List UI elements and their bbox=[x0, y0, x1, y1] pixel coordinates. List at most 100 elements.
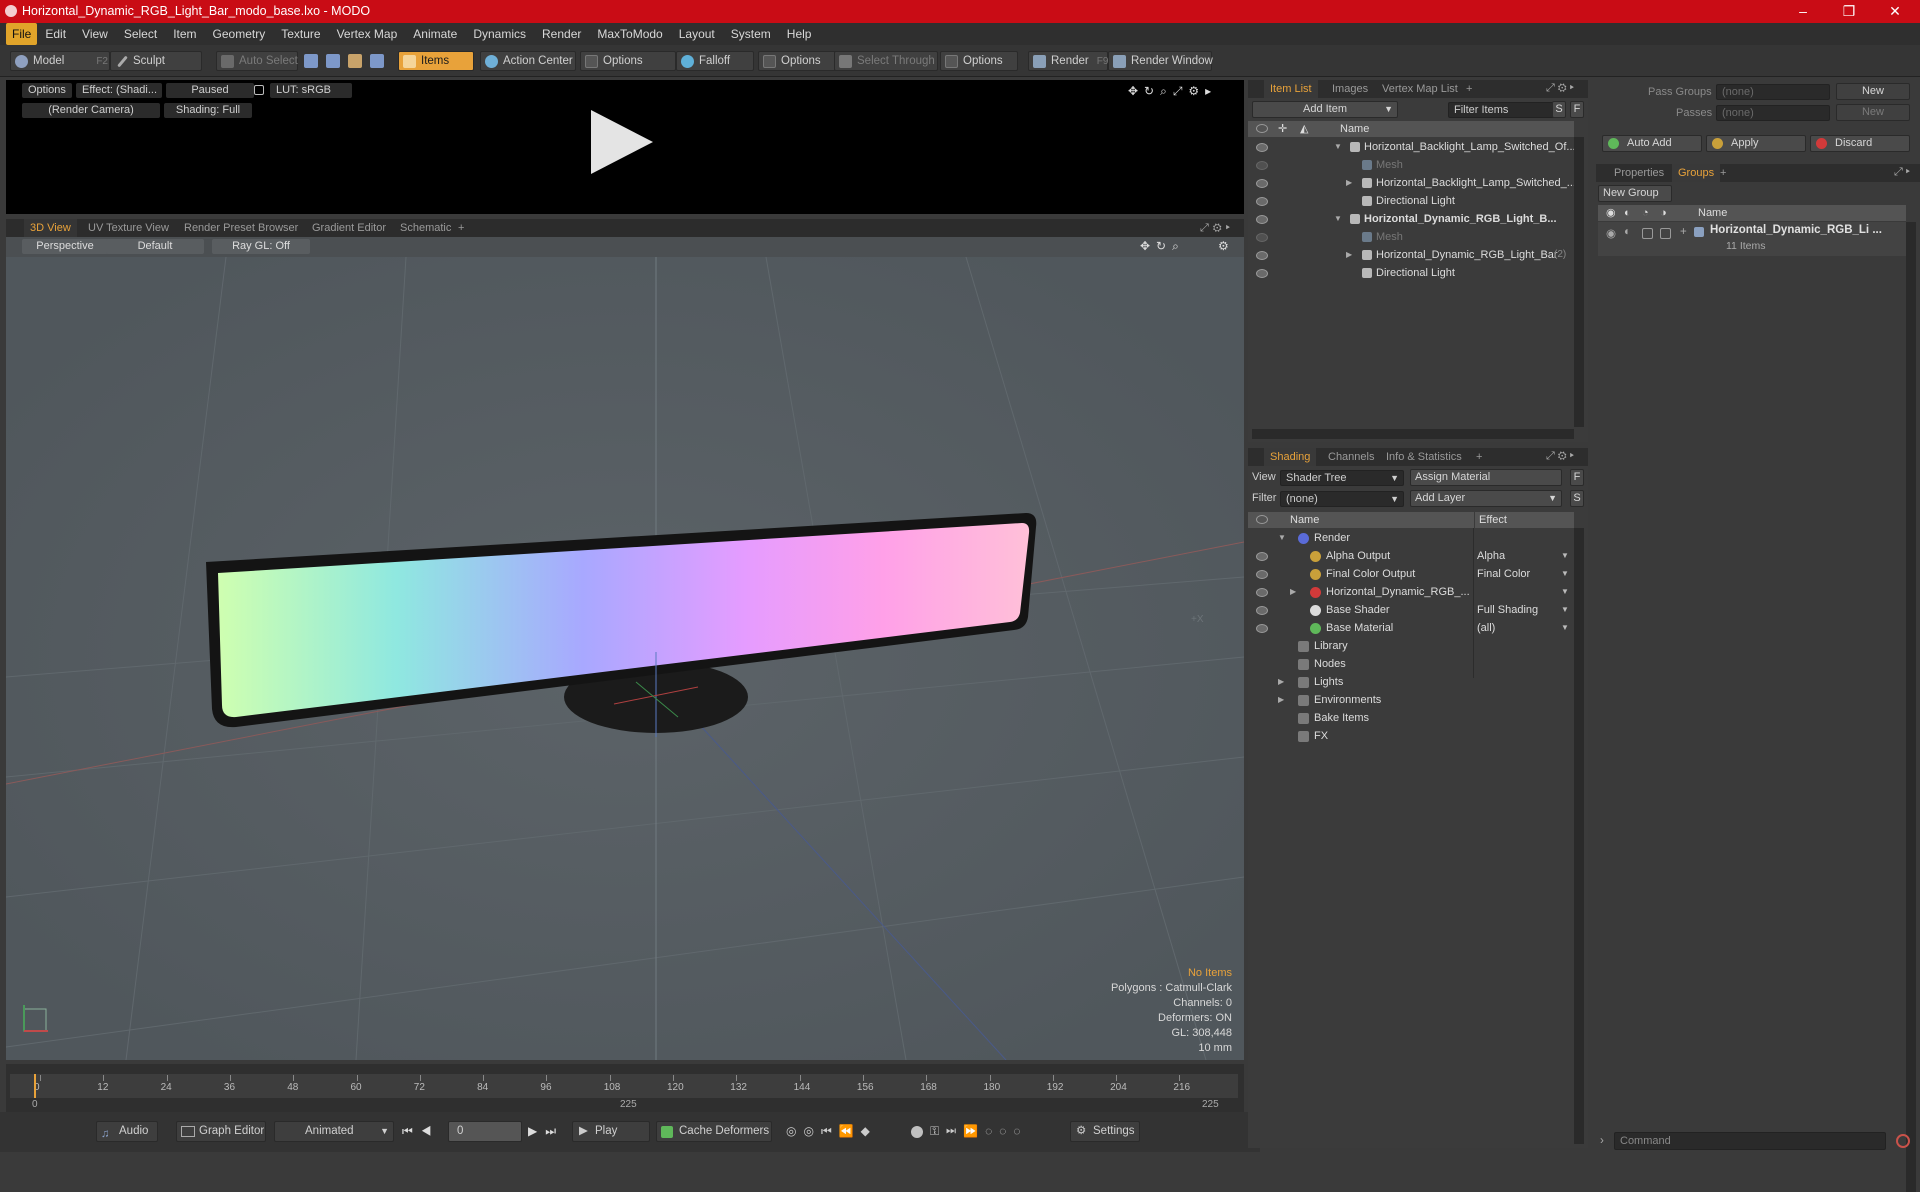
render-preview[interactable]: Options Effect: (Shadi... Paused LUT: sR… bbox=[6, 80, 1244, 214]
perspective-dropdown[interactable]: Perspective bbox=[22, 239, 108, 254]
expand-toggle-icon[interactable]: ▶ bbox=[1346, 174, 1352, 192]
menu-animate[interactable]: Animate bbox=[405, 23, 465, 45]
settings-button[interactable]: ⚙ Settings bbox=[1070, 1121, 1140, 1142]
render-camera-dropdown[interactable]: (Render Camera) bbox=[22, 103, 160, 118]
lut-dropdown[interactable]: LUT: sRGB bbox=[270, 83, 352, 98]
groups-scrollbar[interactable] bbox=[1906, 222, 1916, 1192]
shader-tree-row[interactable]: Base Shader Full Shading ▼ bbox=[1248, 601, 1574, 619]
eye-icon[interactable] bbox=[1256, 570, 1268, 579]
effect-dropdown[interactable]: Effect: (Shadi... bbox=[76, 83, 162, 98]
menu-view[interactable]: View bbox=[74, 23, 116, 45]
preview-options-button[interactable]: Options bbox=[22, 83, 72, 98]
menu-file[interactable]: File bbox=[6, 23, 38, 45]
discard-button[interactable]: Discard bbox=[1810, 135, 1910, 152]
skip-next-icons[interactable]: ▶⏭ bbox=[528, 1124, 564, 1139]
shader-tree-row[interactable]: FX bbox=[1248, 727, 1574, 745]
lock-checkbox[interactable] bbox=[1642, 228, 1653, 239]
material-mode-icon[interactable] bbox=[370, 54, 384, 68]
cache-deformers-button[interactable]: Cache Deformers bbox=[656, 1121, 772, 1142]
eye-icon[interactable] bbox=[1256, 624, 1268, 633]
effect-dropdown[interactable]: Final Color bbox=[1477, 565, 1530, 583]
effect-dropdown[interactable]: (all) bbox=[1477, 619, 1495, 637]
frame-input[interactable]: 0 bbox=[448, 1121, 522, 1142]
expand-toggle-icon[interactable]: ▶ bbox=[1290, 583, 1296, 601]
tab-images[interactable]: Images bbox=[1326, 80, 1374, 98]
falloff-options-button[interactable]: Options bbox=[758, 51, 836, 71]
eye-icon[interactable] bbox=[1256, 197, 1268, 206]
panel-expand-icons[interactable]: ⤢⚙▸ bbox=[1546, 450, 1577, 463]
eye-icon[interactable] bbox=[1256, 588, 1268, 597]
eye-icon[interactable] bbox=[1256, 161, 1268, 170]
s-button[interactable]: S bbox=[1570, 490, 1584, 507]
select-through-button[interactable]: Select Through bbox=[834, 51, 938, 71]
tab-schematic[interactable]: Schematic bbox=[394, 219, 457, 237]
item-list-row[interactable]: ▼ Horizontal_Dynamic_RGB_Light_B... bbox=[1248, 210, 1574, 228]
shader-tree-row[interactable]: ▼ Render bbox=[1248, 529, 1574, 547]
shader-tree-row[interactable]: Final Color Output Final Color ▼ bbox=[1248, 565, 1574, 583]
falloff-button[interactable]: Falloff bbox=[676, 51, 754, 71]
key-tools-icons[interactable]: ◎◎⏮⏪◆ bbox=[786, 1124, 877, 1139]
f-button[interactable]: F bbox=[1570, 469, 1584, 486]
panel-expand-icons[interactable]: ⤢▸ bbox=[1894, 166, 1913, 179]
eye-icon[interactable]: ◉ bbox=[1606, 226, 1616, 240]
group-row[interactable]: ◉ ◐ + Horizontal_Dynamic_RGB_Li ... 11 I… bbox=[1598, 222, 1906, 256]
shader-tree-row[interactable]: Bake Items bbox=[1248, 709, 1574, 727]
shader-tree-scrollbar[interactable] bbox=[1574, 528, 1584, 1144]
eye-icon[interactable] bbox=[1256, 215, 1268, 224]
eye-icon[interactable] bbox=[1256, 233, 1268, 242]
tab-channels[interactable]: Channels bbox=[1322, 448, 1380, 466]
add-item-dropdown[interactable]: Add Item ▼ bbox=[1252, 101, 1398, 118]
new-pass-button[interactable]: New bbox=[1836, 104, 1910, 121]
audio-button[interactable]: ♫ Audio bbox=[96, 1121, 158, 1142]
viewport-settings-icon[interactable]: ⚙ bbox=[1218, 239, 1229, 253]
search-s-button[interactable]: S bbox=[1552, 101, 1566, 118]
tab-gradient-editor[interactable]: Gradient Editor bbox=[306, 219, 392, 237]
render-button[interactable]: Render F9 bbox=[1028, 51, 1108, 71]
auto-select-button[interactable]: Auto Select bbox=[216, 51, 298, 71]
key-nav-icons[interactable]: ⚿⏭⏩◌◌◌ bbox=[930, 1124, 1027, 1139]
new-pass-group-button[interactable]: New bbox=[1836, 83, 1910, 100]
item-list-row[interactable]: ▶ Horizontal_Backlight_Lamp_Switched_... bbox=[1248, 174, 1576, 192]
add-layer-dropdown[interactable]: Add Layer ▼ bbox=[1410, 490, 1562, 507]
item-list-hscrollbar[interactable] bbox=[1252, 429, 1574, 439]
effect-dropdown[interactable]: Alpha bbox=[1477, 547, 1505, 565]
expand-toggle-icon[interactable]: ▼ bbox=[1278, 529, 1286, 547]
edge-mode-icon[interactable] bbox=[326, 54, 340, 68]
command-record-icon[interactable] bbox=[1896, 1134, 1910, 1148]
item-list-row[interactable]: Directional Light bbox=[1248, 264, 1574, 282]
tab-render-preset-browser[interactable]: Render Preset Browser bbox=[178, 219, 304, 237]
tab-shading[interactable]: Shading bbox=[1264, 448, 1317, 466]
action-center-options-button[interactable]: Options bbox=[580, 51, 676, 71]
viewport-nav-icons[interactable]: ✥↻⌕ bbox=[1140, 239, 1185, 254]
eye-icon[interactable] bbox=[1256, 269, 1268, 278]
eye-icon[interactable] bbox=[1256, 606, 1268, 615]
paused-button[interactable]: Paused bbox=[166, 83, 254, 98]
menu-edit[interactable]: Edit bbox=[37, 23, 74, 45]
tab-uv-texture-view[interactable]: UV Texture View bbox=[82, 219, 175, 237]
minimize-icon[interactable]: – bbox=[1780, 0, 1826, 23]
item-list-row[interactable]: Mesh bbox=[1248, 228, 1574, 246]
shader-tree-dropdown[interactable]: Shader Tree ▼ bbox=[1280, 470, 1404, 486]
menu-geometry[interactable]: Geometry bbox=[205, 23, 274, 45]
3d-viewport[interactable]: +X No Items Polygons : Catmull-Clark Cha… bbox=[6, 257, 1244, 1060]
add-tab-button[interactable]: + bbox=[1714, 164, 1732, 182]
tab-info-statistics[interactable]: Info & Statistics bbox=[1380, 448, 1468, 466]
shader-tree-row[interactable]: ▶ Lights bbox=[1248, 673, 1574, 691]
item-list-row[interactable]: Mesh bbox=[1248, 156, 1574, 174]
skip-prev-icons[interactable]: ⏮◀ bbox=[402, 1124, 440, 1139]
item-list-scrollbar[interactable] bbox=[1574, 137, 1584, 427]
tab-properties[interactable]: Properties bbox=[1608, 164, 1670, 182]
item-list-row[interactable]: Directional Light bbox=[1248, 192, 1574, 210]
play-button[interactable]: ▶ Play bbox=[572, 1121, 650, 1142]
add-tab-button[interactable]: + bbox=[452, 219, 470, 237]
add-tab-button[interactable]: + bbox=[1470, 448, 1488, 466]
new-group-button[interactable]: New Group bbox=[1598, 185, 1672, 202]
eye-icon[interactable] bbox=[1256, 179, 1268, 188]
filter-items-input[interactable]: Filter Items bbox=[1448, 102, 1558, 118]
expand-toggle-icon[interactable]: ▶ bbox=[1278, 673, 1284, 691]
menu-texture[interactable]: Texture bbox=[273, 23, 328, 45]
menu-maxtomodo[interactable]: MaxToModo bbox=[589, 23, 670, 45]
raygl-dropdown[interactable]: Ray GL: Off bbox=[212, 239, 310, 254]
filter-dropdown[interactable]: (none) ▼ bbox=[1280, 491, 1404, 507]
record-icon[interactable] bbox=[911, 1126, 923, 1138]
